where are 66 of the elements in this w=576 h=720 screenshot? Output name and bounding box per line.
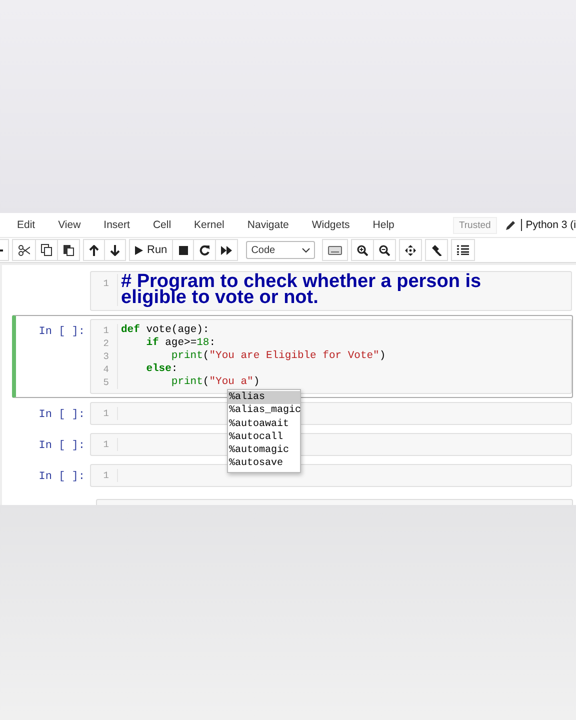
menu-item[interactable]: View [58,219,92,231]
zoom-out-button[interactable] [373,239,396,261]
line-number: 5 [102,376,110,389]
kernel-name[interactable]: Python 3 (i [520,219,576,231]
cell-editor[interactable]: 1 # Program to check whether a person is eligible to vote or not. [90,271,572,311]
up-arrow-icon [89,244,99,256]
zoom-in-icon [357,244,368,256]
line-number: 3 [102,350,110,363]
zoom-out-icon [379,244,390,256]
line-number: 1 [102,469,110,482]
cut-button[interactable] [12,239,36,261]
menu-item[interactable]: Cell [152,219,182,231]
autocomplete-option[interactable]: %automagic [228,444,300,458]
paste-button[interactable] [57,239,80,261]
cell-type-dropdown[interactable]: Code [246,241,316,259]
code-line: print("You are Eligible for Vote") [171,350,387,363]
menu-item[interactable]: Edit [17,219,46,231]
input-prompt: In [ ]: [38,409,85,421]
zoom-in-button[interactable] [351,239,374,261]
menu-item[interactable]: Insert [104,219,141,231]
autocomplete-option[interactable]: %alias [228,391,300,404]
keyboard-icon [328,246,342,254]
line-number: 4 [102,363,110,376]
stop-icon [178,246,188,254]
hammer-icon [431,244,442,256]
fast-forward-icon [221,246,232,254]
move-up-button[interactable] [83,239,105,261]
code-line: print("You a") [170,376,261,389]
input-prompt: In [ ]: [38,471,85,483]
code-line: def vote(age): [121,324,210,337]
line-number: 1 [102,438,110,451]
menu-item[interactable]: Navigate [247,219,300,231]
paste-icon [63,244,74,256]
menu-item[interactable]: Help [372,219,406,231]
caret-icon [302,248,310,252]
down-arrow-icon [110,244,120,256]
scissors-icon [18,244,30,256]
line-number: 1 [102,324,110,337]
move-down-button[interactable] [104,239,126,261]
menu-item[interactable]: Widgets [312,219,361,231]
menu-item[interactable]: Kernel [194,219,236,231]
run-button[interactable]: Run [129,239,174,261]
pencil-icon [506,220,516,230]
restart-icon [199,244,210,256]
list-button[interactable] [451,239,476,261]
autocomplete-option[interactable]: %autocall [228,430,300,444]
code-line: else: [145,363,179,376]
heading-source: # Program to check whether a person is eligible to vote or not. [121,274,482,306]
copy-button[interactable] [35,239,58,261]
line-number: 1 [102,407,110,420]
input-prompt: In [ ]: [38,326,85,338]
input-prompt: In [ ]: [38,440,85,452]
shortcuts-button[interactable] [322,239,348,261]
interrupt-button[interactable] [172,239,194,261]
hammer-button[interactable] [425,239,448,261]
list-icon [457,245,470,255]
restart-button[interactable] [193,239,216,261]
autocomplete-option[interactable]: %alias_magic [228,404,300,418]
code-line: if age>=18: [145,337,217,350]
play-icon [135,246,143,254]
copy-icon [41,244,52,256]
move-arrows-icon [405,244,416,256]
line-number: 1 [102,277,110,291]
run-all-button[interactable] [215,239,238,261]
line-number: 2 [102,337,110,350]
move-button[interactable] [399,239,422,261]
